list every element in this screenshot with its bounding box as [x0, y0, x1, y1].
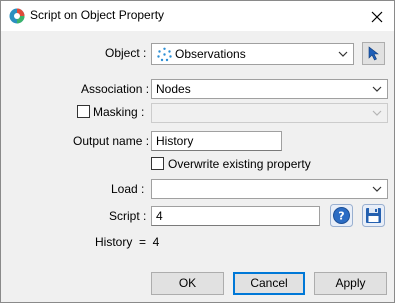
window-title: Script on Object Property: [30, 8, 165, 22]
chevron-down-icon: [372, 186, 382, 192]
association-value: Nodes: [156, 82, 191, 96]
script-label: Script :: [109, 209, 147, 223]
overwrite-checkbox[interactable]: [151, 157, 164, 170]
association-combo[interactable]: Nodes: [151, 79, 388, 99]
masking-label: Masking :: [93, 105, 145, 119]
chevron-down-icon: [372, 110, 382, 116]
output-name-field[interactable]: History: [151, 131, 282, 151]
result-text: History = 4: [95, 235, 160, 249]
overwrite-label: Overwrite existing property: [168, 157, 311, 171]
close-icon: [371, 11, 383, 23]
save-icon: [362, 204, 385, 227]
object-label: Object :: [105, 46, 147, 60]
help-icon: ?: [330, 204, 353, 227]
ok-button[interactable]: OK: [151, 272, 224, 295]
output-name-value: History: [156, 134, 194, 148]
chevron-down-icon: [338, 51, 348, 57]
object-combo[interactable]: Observations: [151, 43, 354, 65]
svg-text:?: ?: [338, 210, 344, 223]
pick-object-button[interactable]: [362, 42, 385, 65]
cancel-button[interactable]: Cancel: [233, 272, 305, 295]
title-bar: Script on Object Property: [1, 1, 394, 31]
masking-checkbox[interactable]: [77, 105, 90, 118]
load-label: Load :: [111, 182, 145, 196]
object-value: Observations: [175, 47, 246, 61]
scatter-points-icon: [157, 47, 172, 62]
save-button[interactable]: [362, 204, 385, 227]
dialog-window: Script on Object Property Object : Obser…: [0, 0, 395, 303]
apply-button[interactable]: Apply: [314, 272, 387, 295]
cursor-arrow-icon: [368, 46, 379, 61]
load-combo[interactable]: [151, 179, 388, 199]
output-name-label: Output name :: [73, 134, 150, 148]
masking-combo[interactable]: [151, 103, 388, 123]
help-button[interactable]: ?: [330, 204, 353, 227]
close-button[interactable]: [364, 3, 390, 29]
app-icon: [9, 8, 25, 24]
script-value: 4: [156, 209, 163, 223]
chevron-down-icon: [372, 86, 382, 92]
script-field[interactable]: 4: [151, 206, 320, 226]
association-label: Association :: [81, 82, 150, 96]
